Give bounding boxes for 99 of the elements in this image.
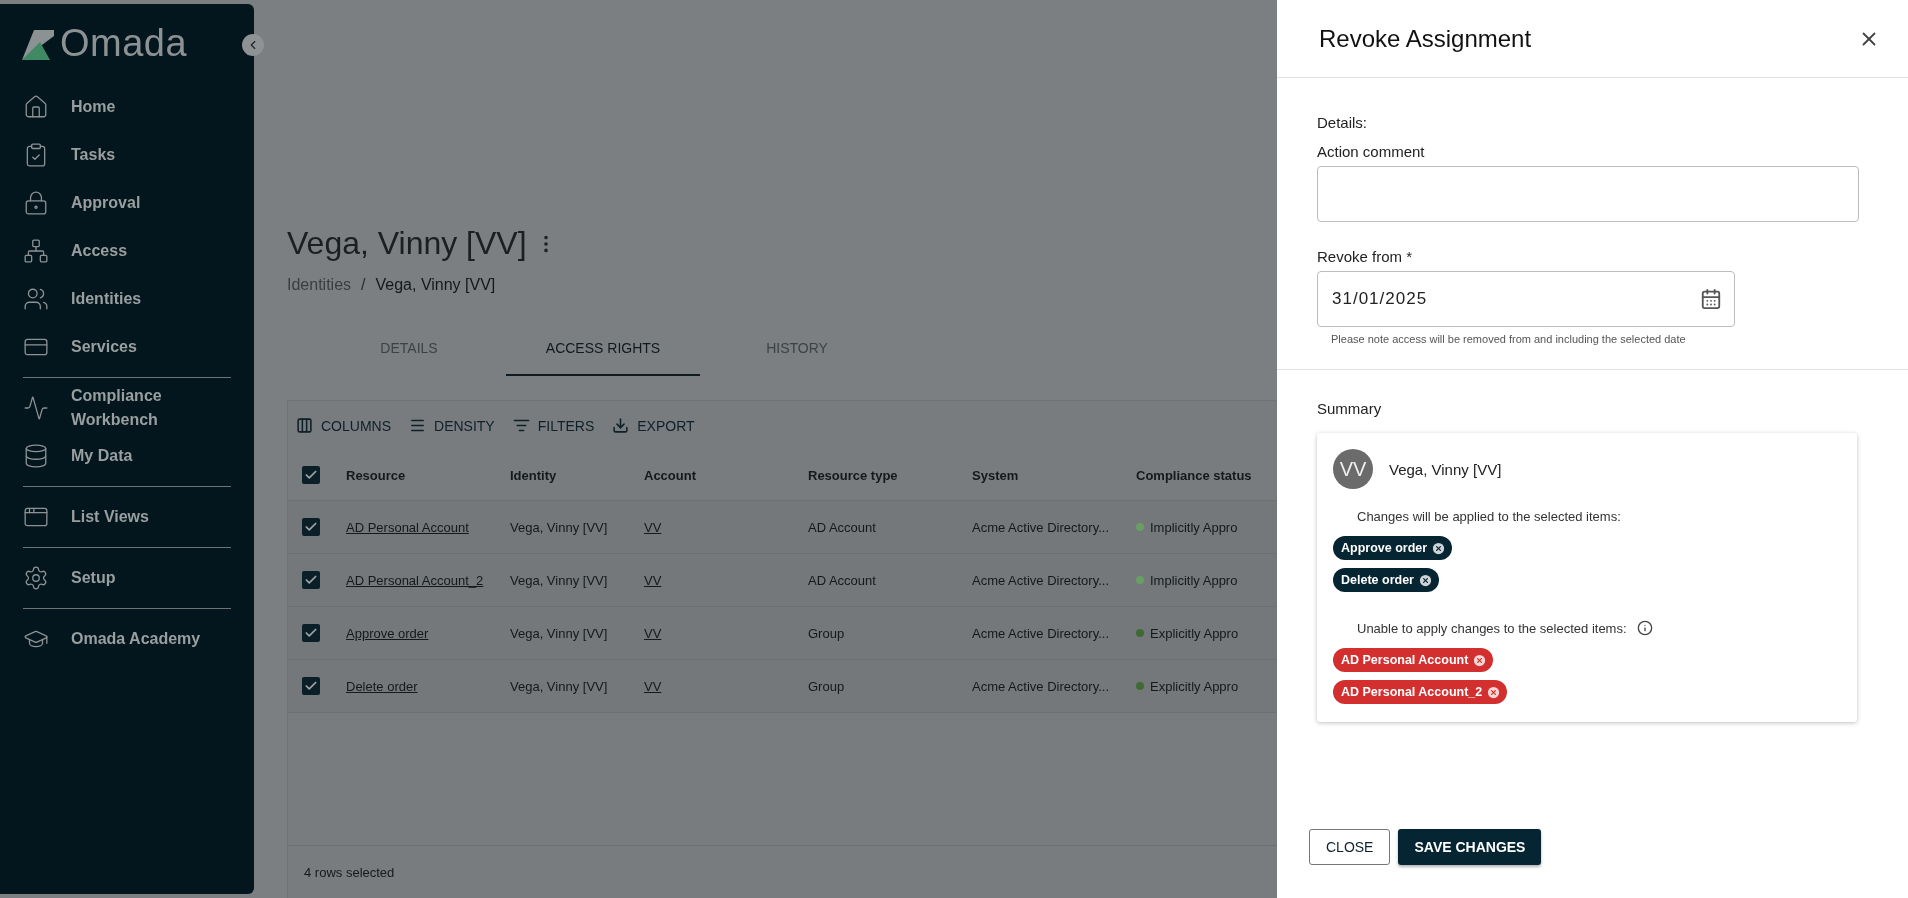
check-icon [304, 626, 318, 640]
tab[interactable]: DETAILS [312, 322, 506, 376]
table-cell-text: Vega, Vinny [VV] [510, 678, 609, 694]
column-header[interactable]: Account [644, 467, 808, 483]
resource-link[interactable]: AD Personal Account_2 [346, 572, 510, 588]
nav-item[interactable]: Services [23, 323, 231, 371]
section-label: Summary [1317, 400, 1383, 417]
checkbox[interactable] [302, 518, 320, 536]
nav-item[interactable]: Omada Academy [23, 615, 231, 663]
table-cell-text: Acme Active Directory... [972, 572, 1110, 588]
section-label: Details: [1317, 114, 1369, 131]
resource-link[interactable]: AD Personal Account [346, 519, 510, 535]
nav-item[interactable]: Setup [23, 554, 231, 602]
check-icon [304, 520, 318, 534]
checkbox[interactable] [302, 677, 320, 695]
checkbox[interactable] [302, 466, 320, 484]
nav-item[interactable]: Access [23, 227, 231, 275]
toolbar-button[interactable]: DENSITY [409, 413, 495, 438]
item-chip: Approve order [1333, 536, 1453, 560]
person-name: Vega, Vinny [VV] [1389, 460, 1502, 478]
density-icon [409, 417, 426, 434]
status-text: Explicitly Appro [1150, 625, 1239, 641]
pulse-icon [23, 395, 49, 421]
table-cell-text: Vega, Vinny [VV] [510, 572, 609, 588]
checkbox[interactable] [302, 571, 320, 589]
field-label: Revoke from * [1317, 248, 1414, 265]
table-cell-text: Vega, Vinny [VV] [510, 625, 609, 641]
column-header[interactable]: System [972, 467, 1136, 483]
nav-item[interactable]: List Views [23, 493, 231, 541]
logo-icon [20, 27, 56, 60]
toolbar-button[interactable]: FILTERS [512, 413, 595, 438]
status-text: Implicitly Appro [1150, 572, 1238, 588]
settings-icon [23, 565, 49, 591]
table-cell-text: Acme Active Directory... [972, 678, 1110, 694]
table-cell-text: Group [808, 678, 846, 694]
comment-field[interactable] [1317, 166, 1859, 222]
table-cell-text: Acme Active Directory... [972, 519, 1110, 535]
breadcrumb-separator: / [361, 276, 366, 294]
network-icon [23, 238, 49, 264]
remove-icon[interactable] [1417, 572, 1433, 588]
database-icon [23, 443, 49, 469]
item-chip: AD Personal Account_2 [1333, 680, 1508, 704]
users-icon [23, 286, 49, 312]
column-header[interactable]: Compliance status [1136, 467, 1277, 483]
info-icon[interactable] [1636, 620, 1653, 636]
status-text: Implicitly Appro [1150, 519, 1238, 535]
table-cell-text: AD Account [808, 519, 877, 535]
nav-item[interactable]: Home [23, 83, 231, 131]
column-header[interactable]: Resource type [808, 467, 972, 483]
save-button[interactable]: SAVE CHANGES [1398, 829, 1542, 865]
page-title: Vega, Vinny [VV] [287, 225, 527, 262]
selection-count: 4 rows selected [304, 864, 395, 880]
remove-icon[interactable] [1431, 540, 1447, 556]
toolbar-button[interactable]: EXPORT [612, 413, 695, 438]
breadcrumb-item: Vega, Vinny [VV] [375, 276, 496, 294]
resource-link[interactable]: Delete order [346, 678, 510, 694]
drawer-title: Revoke Assignment [1319, 24, 1532, 53]
item-chip: AD Personal Account [1333, 648, 1494, 672]
table-cell-text: Group [808, 625, 846, 641]
collapse-button[interactable] [242, 34, 264, 56]
nav-item[interactable]: Compliance Workbench [23, 384, 231, 432]
columns-icon [296, 417, 313, 434]
tab[interactable]: ACCESS RIGHTS [506, 322, 700, 376]
nav-item[interactable]: Tasks [23, 131, 231, 179]
column-header[interactable]: Identity [510, 467, 644, 483]
nav-item[interactable]: Identities [23, 275, 231, 323]
filter-icon [512, 417, 530, 434]
toolbar-button[interactable]: COLUMNS [296, 413, 391, 438]
house-icon [23, 94, 49, 120]
table-cell-text: Vega, Vinny [VV] [510, 519, 609, 535]
logo-text: Omada [60, 22, 188, 65]
download-icon [612, 417, 630, 434]
date-field[interactable]: 31/01/2025 [1317, 271, 1735, 327]
check-icon [304, 468, 318, 482]
nav-item[interactable]: Approval [23, 179, 231, 227]
check-icon [304, 679, 318, 693]
nav-item[interactable]: My Data [23, 432, 231, 480]
status-text: Explicitly Appro [1150, 678, 1239, 694]
close-button[interactable]: CLOSE [1309, 829, 1391, 865]
section-text: Unable to apply changes to the selected items: [1357, 620, 1627, 636]
lock-icon [23, 190, 49, 216]
field-label: Action comment [1317, 143, 1426, 160]
breadcrumb-item[interactable]: Identities [287, 276, 352, 294]
calendar-icon[interactable] [1700, 288, 1722, 310]
account-link[interactable]: VV [644, 678, 808, 694]
tab[interactable]: HISTORY [700, 322, 894, 376]
avatar: VV [1333, 449, 1373, 489]
checkbox[interactable] [302, 624, 320, 642]
table-cell-text: Acme Active Directory... [972, 625, 1110, 641]
account-link[interactable]: VV [644, 519, 808, 535]
resource-link[interactable]: Approve order [346, 625, 510, 641]
account-link[interactable]: VV [644, 572, 808, 588]
table-cell-text: AD Account [808, 572, 877, 588]
column-header[interactable]: Resource [346, 467, 510, 483]
check-icon [304, 573, 318, 587]
account-link[interactable]: VV [644, 625, 808, 641]
item-chip: Delete order [1333, 568, 1439, 592]
section-text: Changes will be applied to the selected items: [1357, 509, 1621, 524]
helper-text: Please note access will be removed from and including the selected date [1331, 333, 1687, 345]
